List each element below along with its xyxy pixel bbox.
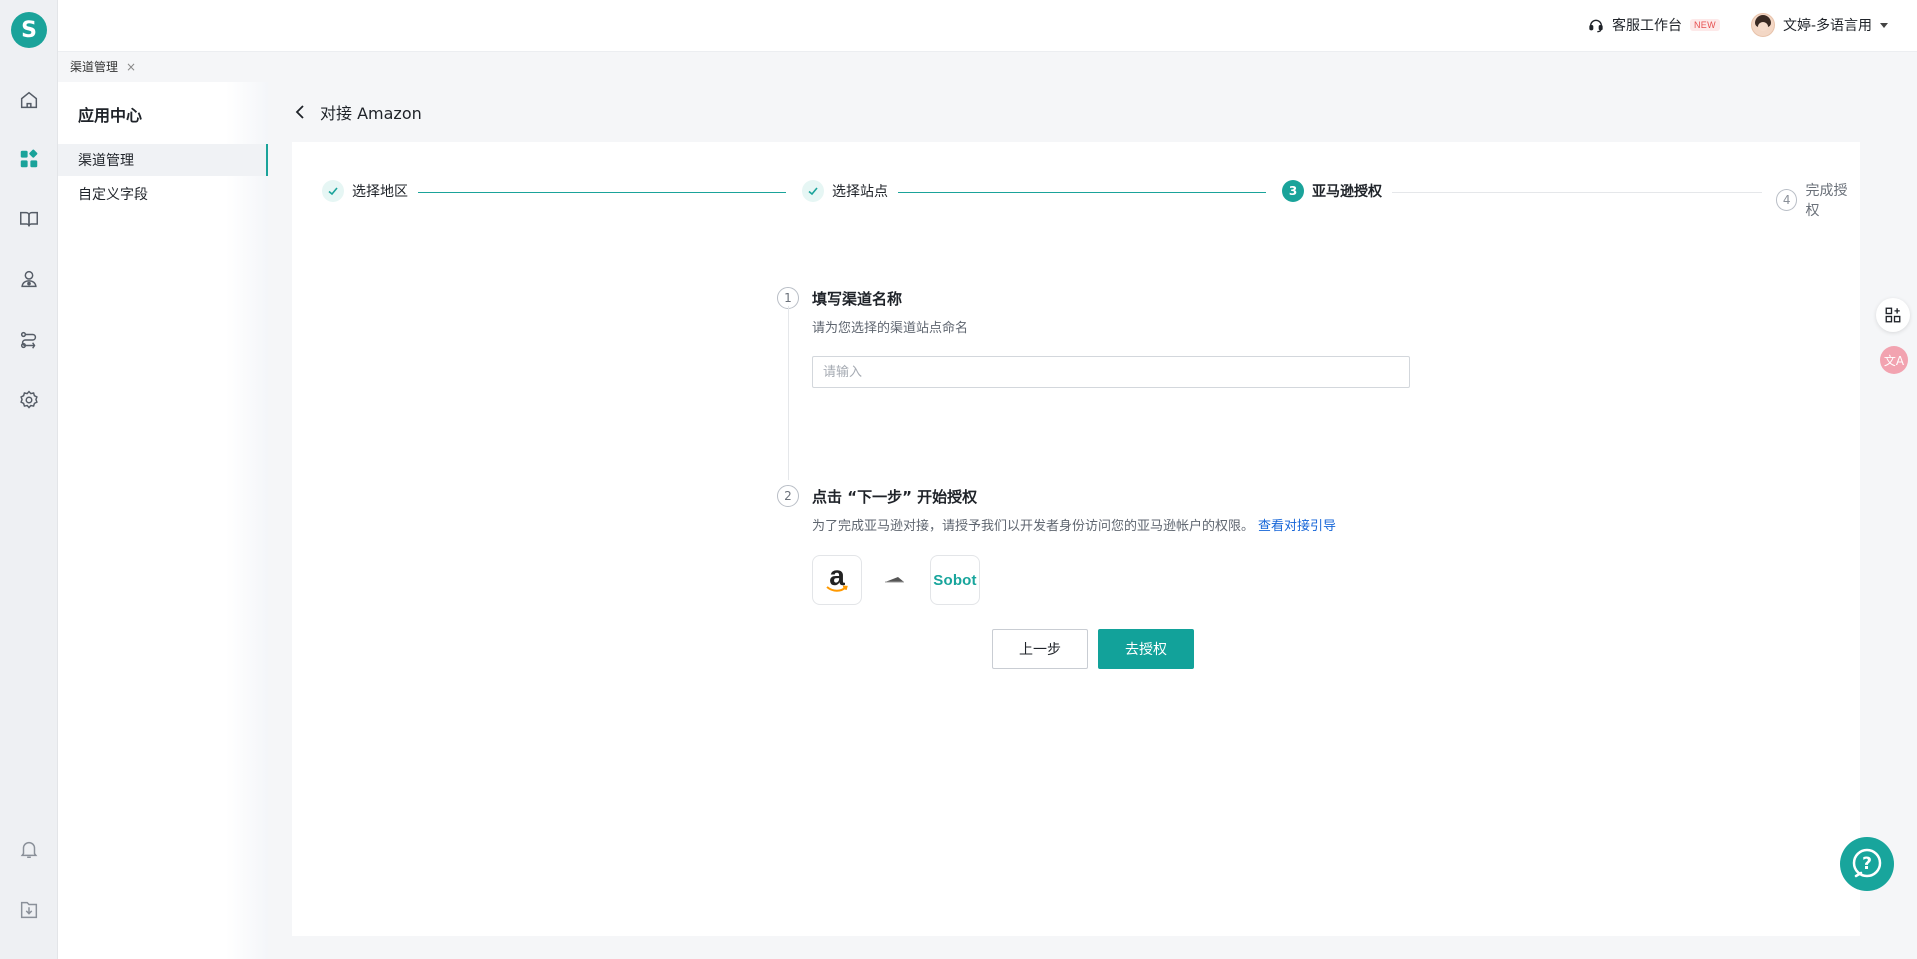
- user-name: 文婷-多语言用: [1783, 18, 1873, 34]
- step-number: 3: [1282, 180, 1304, 202]
- headset-icon: [1589, 19, 1603, 33]
- integration-guide-link[interactable]: 查看对接引导: [1258, 519, 1336, 534]
- new-badge: NEW: [1690, 19, 1720, 31]
- sidebar-item-custom-fields[interactable]: 自定义字段: [58, 178, 268, 210]
- workspace-link[interactable]: 客服工作台 NEW: [1588, 15, 1720, 35]
- channel-name-input[interactable]: [812, 356, 1410, 388]
- step-select-region: 选择地区: [322, 180, 408, 202]
- section-description: 为了完成亚马逊对接，请授予我们以开发者身份访问您的亚马逊帐户的权限。 查看对接引导: [812, 515, 1336, 534]
- step-connector: [418, 192, 786, 193]
- step-label: 亚马逊授权: [1312, 184, 1382, 200]
- section-divider-line: [788, 306, 789, 480]
- user-menu[interactable]: 文婷-多语言用: [1751, 13, 1889, 37]
- step-label: 选择站点: [832, 184, 888, 200]
- tab-channel-management[interactable]: 渠道管理 ×: [70, 58, 136, 75]
- book-icon[interactable]: [17, 207, 41, 231]
- amazon-logo: a: [812, 555, 862, 605]
- step-connector: [1392, 192, 1762, 193]
- step-select-site: 选择站点: [802, 180, 888, 202]
- auth-description-text: 为了完成亚马逊对接，请授予我们以开发者身份访问您的亚马逊帐户的权限。: [812, 519, 1255, 534]
- main-card: 选择地区 选择站点 3 亚马逊授权 4 完成授权 1 填写渠道名称 请为您选择的…: [292, 142, 1860, 936]
- help-glyph: ?: [1862, 854, 1872, 874]
- sidebar-item-channel-management[interactable]: 渠道管理: [58, 144, 268, 176]
- help-button[interactable]: ?: [1840, 837, 1894, 891]
- workspace-label: 客服工作台: [1612, 18, 1682, 34]
- sub-sidebar: 应用中心 渠道管理 自定义字段: [58, 82, 268, 959]
- gear-icon[interactable]: [17, 388, 41, 412]
- arrow-right-icon: [884, 574, 908, 590]
- step-label: 完成授权: [1805, 183, 1848, 219]
- section-description: 请为您选择的渠道站点命名: [812, 321, 969, 336]
- tab-label: 渠道管理: [70, 60, 119, 74]
- top-header: 客服工作台 NEW 文婷-多语言用: [58, 0, 1917, 52]
- section-title: 填写渠道名称: [812, 290, 903, 308]
- bell-icon[interactable]: [17, 837, 41, 861]
- avatar: [1751, 13, 1775, 37]
- sidebar-item-label: 自定义字段: [78, 187, 148, 203]
- step-complete-auth: 4 完成授权: [1776, 180, 1860, 220]
- previous-step-button[interactable]: 上一步: [992, 629, 1088, 669]
- sidebar-title: 应用中心: [78, 106, 143, 125]
- customer-icon[interactable]: [17, 267, 41, 291]
- help-icon: ?: [1852, 848, 1882, 878]
- page-header: 对接 Amazon: [292, 100, 422, 124]
- apps-grid-icon[interactable]: [17, 147, 41, 171]
- left-rail: S: [0, 0, 58, 959]
- download-icon[interactable]: [17, 898, 41, 922]
- route-icon[interactable]: [17, 328, 41, 352]
- close-icon[interactable]: ×: [126, 60, 136, 74]
- sidebar-item-label: 渠道管理: [78, 153, 134, 169]
- float-apps-icon[interactable]: [1876, 298, 1910, 332]
- back-arrow-icon[interactable]: [292, 104, 308, 120]
- page-title: 对接 Amazon: [320, 104, 422, 123]
- translate-icon[interactable]: 文A: [1880, 346, 1908, 374]
- step-number: 4: [1776, 189, 1798, 211]
- home-icon[interactable]: [17, 88, 41, 112]
- chevron-down-icon: [1880, 22, 1889, 28]
- authorize-button[interactable]: 去授权: [1098, 629, 1194, 669]
- step-connector: [898, 192, 1266, 193]
- sobot-logo-text: Sobot: [933, 571, 977, 589]
- tab-strip: 渠道管理 ×: [58, 52, 1917, 82]
- sobot-logo: Sobot: [930, 555, 980, 605]
- section-title: 点击 “下一步” 开始授权: [812, 488, 978, 506]
- step-label: 选择地区: [352, 184, 408, 200]
- check-icon: [802, 180, 824, 202]
- section-number: 2: [777, 485, 799, 507]
- step-amazon-auth: 3 亚马逊授权: [1282, 180, 1382, 202]
- app-logo[interactable]: S: [11, 12, 47, 48]
- check-icon: [322, 180, 344, 202]
